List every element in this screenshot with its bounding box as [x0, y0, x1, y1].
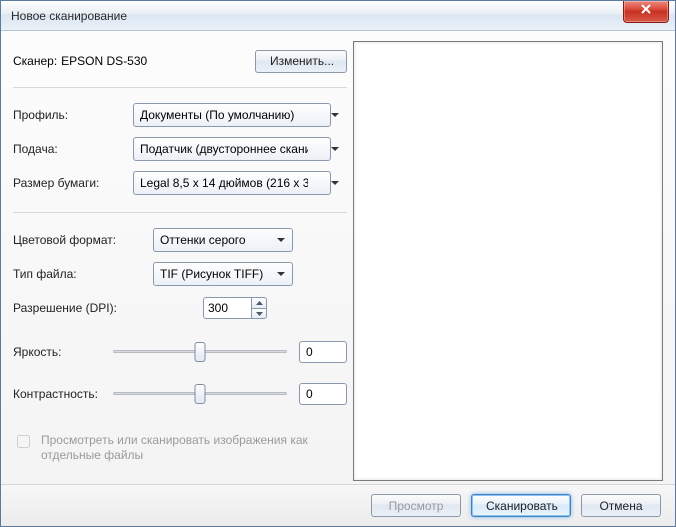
contrast-label: Контрастность:: [13, 387, 113, 401]
dpi-down-button[interactable]: [251, 308, 267, 319]
feed-label: Подача:: [13, 142, 133, 156]
profile-select[interactable]: Документы (По умолчанию): [133, 103, 331, 127]
brightness-label: Яркость:: [13, 345, 113, 359]
titlebar: Новое сканирование: [1, 1, 675, 31]
scanner-name: EPSON DS-530: [61, 54, 147, 68]
dpi-up-button[interactable]: [251, 297, 267, 308]
dpi-label: Разрешение (DPI):: [13, 301, 153, 315]
cancel-button[interactable]: Отмена: [581, 494, 661, 517]
dpi-spinner[interactable]: [203, 297, 267, 319]
window-title: Новое сканирование: [11, 9, 127, 23]
feed-select[interactable]: Податчик (двустороннее сканир: [133, 137, 331, 161]
scan-dialog: Новое сканирование Сканер: EPSON DS-530 …: [0, 0, 676, 527]
separate-files-checkbox: [17, 435, 30, 448]
scan-button[interactable]: Сканировать: [471, 494, 571, 517]
brightness-slider[interactable]: [113, 340, 287, 364]
close-icon: [640, 4, 652, 14]
preview-button[interactable]: Просмотр: [371, 494, 461, 517]
dpi-input[interactable]: [203, 297, 251, 319]
paper-select[interactable]: Legal 8,5 x 14 дюймов (216 x 356 м: [133, 171, 331, 195]
paper-label: Размер бумаги:: [13, 176, 133, 190]
filetype-label: Тип файла:: [13, 267, 153, 281]
profile-label: Профиль:: [13, 108, 133, 122]
color-select[interactable]: Оттенки серого: [153, 228, 293, 252]
contrast-slider[interactable]: [113, 382, 287, 406]
separate-files-label: Просмотреть или сканировать изображения …: [41, 433, 311, 463]
settings-panel: Сканер: EPSON DS-530 Изменить... Профиль…: [13, 41, 353, 481]
filetype-select[interactable]: TIF (Рисунок TIFF): [153, 262, 293, 286]
dialog-footer: Просмотр Сканировать Отмена: [1, 484, 675, 526]
color-label: Цветовой формат:: [13, 233, 153, 247]
close-button[interactable]: [623, 1, 669, 23]
change-scanner-button[interactable]: Изменить...: [255, 50, 347, 73]
scanner-label: Сканер:: [13, 54, 57, 68]
brightness-value[interactable]: [299, 341, 347, 363]
contrast-value[interactable]: [299, 383, 347, 405]
preview-area: [353, 41, 663, 481]
